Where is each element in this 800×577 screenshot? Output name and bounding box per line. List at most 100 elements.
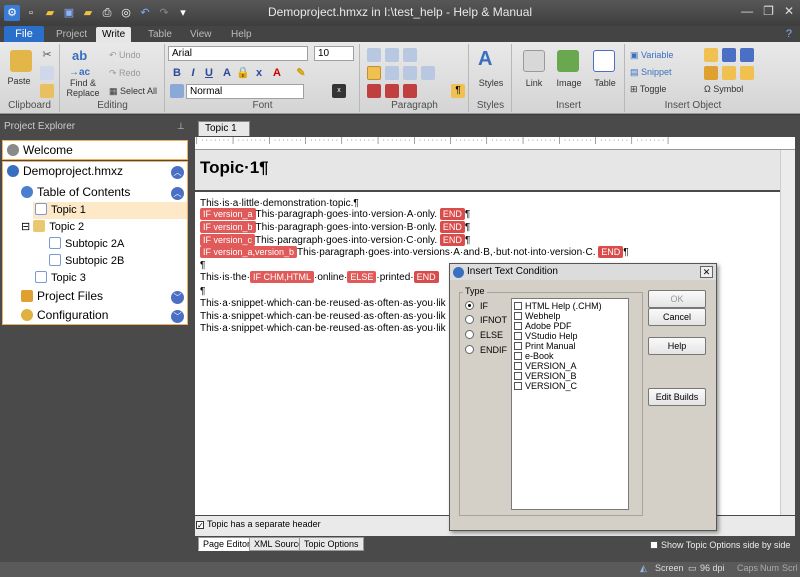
find-replace-icon[interactable]: ab →ac: [69, 48, 90, 78]
snippet-line[interactable]: This·a·snippet·which·can·be·reused·as·of…: [200, 297, 446, 310]
condition-checkbox[interactable]: Print Manual: [514, 341, 576, 351]
tab-project[interactable]: Project: [56, 27, 87, 42]
toc-item[interactable]: Table of Contents: [21, 184, 130, 201]
condition-checkbox[interactable]: e-Book: [514, 351, 554, 361]
snippet-button[interactable]: ▤ Snippet: [630, 67, 672, 78]
condition-tag[interactable]: IF CHM,HTML: [250, 271, 315, 283]
edit-builds-button[interactable]: Edit Builds: [648, 388, 706, 406]
tree-item-topic-3[interactable]: Topic 3: [35, 270, 86, 287]
condition-tag[interactable]: IF version_c: [200, 234, 256, 246]
dialog-title-bar[interactable]: Insert Text Condition: [450, 264, 716, 280]
condition-tag[interactable]: IF version_b: [200, 221, 256, 233]
help-icon[interactable]: ?: [786, 28, 792, 40]
condition-checkbox[interactable]: VERSION_B: [514, 371, 577, 381]
end-tag[interactable]: END: [598, 246, 624, 258]
highlight-button[interactable]: ✎: [294, 66, 308, 80]
expand-configuration-icon[interactable]: ﹀: [171, 310, 184, 323]
table-button[interactable]: Table: [589, 78, 621, 88]
topic-header-area[interactable]: [195, 150, 780, 190]
cut-icon[interactable]: ✂: [40, 48, 54, 62]
condition-checkbox[interactable]: VStudio Help: [514, 331, 578, 341]
tab-help[interactable]: Help: [231, 27, 252, 42]
tree-item-topic-2[interactable]: ⊟ Topic 2: [21, 219, 84, 236]
collapse-toc-icon[interactable]: ︿: [171, 187, 184, 200]
condition-tag[interactable]: IF version_a: [200, 208, 256, 220]
end-tag[interactable]: END: [413, 271, 439, 283]
shading-icon[interactable]: [385, 84, 399, 98]
configuration-item[interactable]: Configuration: [21, 307, 108, 324]
status-screen[interactable]: Screen: [655, 563, 684, 573]
align-right-icon[interactable]: [403, 66, 417, 80]
font-color-button[interactable]: A: [270, 66, 284, 80]
condition-checkbox[interactable]: VERSION_C: [514, 381, 577, 391]
lock-icon[interactable]: 🔒: [236, 66, 250, 80]
end-tag[interactable]: END: [439, 208, 465, 220]
link-button[interactable]: Link: [519, 78, 549, 88]
style-field[interactable]: Normal: [186, 84, 304, 99]
font-name-field[interactable]: Arial: [168, 46, 308, 61]
cancel-button[interactable]: Cancel: [648, 308, 706, 326]
restore-icon[interactable]: ❐: [763, 4, 774, 18]
show-options-checkbox[interactable]: Show Topic Options side by side: [650, 540, 790, 550]
image-icon[interactable]: [557, 50, 579, 72]
toggle-button[interactable]: ⊞ Toggle: [630, 84, 666, 95]
anchor-icon[interactable]: [722, 48, 736, 62]
tab-view[interactable]: View: [190, 27, 212, 42]
paste-icon[interactable]: [10, 50, 32, 72]
separate-header-checkbox[interactable]: ✓ Topic has a separate header: [196, 519, 321, 530]
condition-checkbox[interactable]: HTML Help (.CHM): [514, 301, 602, 311]
font-size-field[interactable]: 10: [314, 46, 354, 61]
radio-if[interactable]: IF: [465, 300, 488, 312]
select-all-button[interactable]: ▦ Select All: [109, 86, 157, 97]
styles-icon[interactable]: A: [478, 48, 492, 71]
tab-table[interactable]: Table: [148, 27, 172, 42]
paste-button[interactable]: Paste: [4, 76, 34, 86]
find-replace-button[interactable]: Find & Replace: [65, 78, 101, 98]
radio-ifnot[interactable]: IFNOT: [465, 314, 507, 326]
conditional-line-chm[interactable]: This·is·the· IF CHM,HTML ·online· ELSE ·prin…: [200, 271, 439, 284]
dialog-close-button[interactable]: ✕: [700, 266, 713, 278]
document-tab[interactable]: Topic 1 ✕: [198, 121, 250, 148]
tab-file[interactable]: File: [4, 26, 44, 42]
help-button[interactable]: Help: [648, 337, 706, 355]
ok-button[interactable]: OK: [648, 290, 706, 308]
image-button[interactable]: Image: [553, 78, 585, 88]
underline-button[interactable]: U: [202, 66, 216, 80]
file-icon[interactable]: [722, 66, 736, 80]
tab-write[interactable]: Write: [96, 27, 132, 42]
tab-topic-options[interactable]: Topic Options: [299, 537, 364, 551]
else-tag[interactable]: ELSE: [347, 271, 377, 283]
undo-button[interactable]: ↶ Undo: [109, 50, 141, 61]
tree-item-topic-1[interactable]: Topic 1: [33, 202, 187, 219]
indent-icon[interactable]: [403, 48, 417, 62]
welcome-panel[interactable]: Welcome: [2, 140, 188, 160]
superscript-button[interactable]: x: [252, 66, 266, 80]
grow-font-button[interactable]: A: [220, 66, 234, 80]
format-painter-icon[interactable]: [40, 84, 54, 98]
clear-format-icon[interactable]: x: [332, 84, 346, 98]
align-center-icon[interactable]: [385, 66, 399, 80]
border-icon[interactable]: [367, 84, 381, 98]
project-files-item[interactable]: Project Files: [21, 288, 103, 305]
bold-button[interactable]: B: [170, 66, 184, 80]
redo-button[interactable]: ↷ Redo: [109, 68, 141, 79]
collapse-project-icon[interactable]: ︿: [171, 166, 184, 179]
bullets-icon[interactable]: [367, 48, 381, 62]
bookmark-icon[interactable]: [704, 48, 718, 62]
show-marks-icon[interactable]: ¶: [451, 84, 465, 98]
minimize-icon[interactable]: —: [741, 4, 753, 18]
radio-endif[interactable]: ENDIF: [465, 344, 507, 356]
numbering-icon[interactable]: [385, 48, 399, 62]
condition-checkbox[interactable]: Webhelp: [514, 311, 560, 321]
pin-icon[interactable]: ⊥: [177, 121, 185, 132]
italic-button[interactable]: I: [186, 66, 200, 80]
styles-button[interactable]: Styles: [474, 78, 508, 88]
tab-page-editor[interactable]: Page Editor: [198, 537, 256, 551]
conditional-line-b[interactable]: IF version_b This·paragraph·goes·into·ver…: [200, 221, 470, 234]
conditional-line-a[interactable]: IF version_a This·paragraph·goes·into·ver…: [200, 208, 470, 221]
conditional-line-ab[interactable]: IF version_a,version_b This·paragraph·goe…: [200, 246, 629, 259]
spacing-icon[interactable]: [403, 84, 417, 98]
tree-item-subtopic-2b[interactable]: Subtopic 2B: [49, 253, 124, 270]
copy-icon[interactable]: [40, 66, 54, 80]
end-tag[interactable]: END: [439, 234, 465, 246]
